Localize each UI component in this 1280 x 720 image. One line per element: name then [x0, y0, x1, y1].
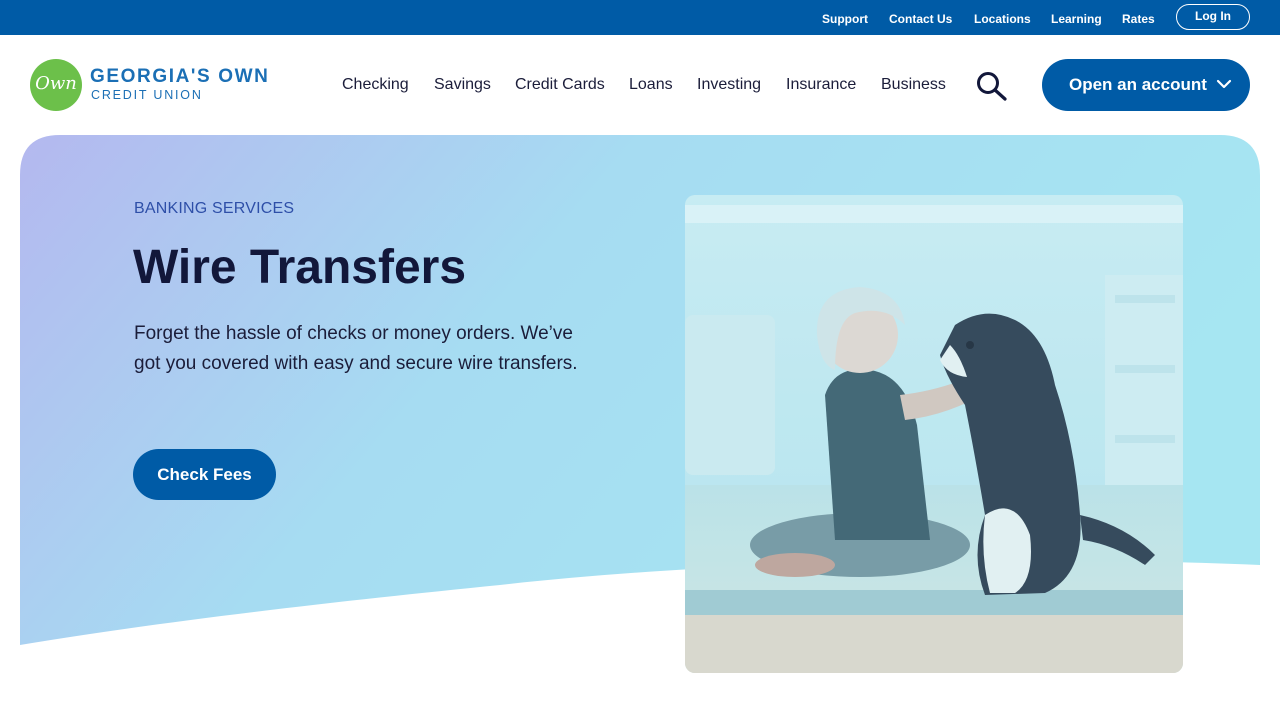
hero-description: Forget the hassle of checks or money ord… — [134, 323, 578, 374]
nav-item-investing[interactable]: Investing — [697, 75, 761, 95]
log-in-button[interactable]: Log In — [1176, 4, 1250, 30]
hero-eyebrow: BANKING SERVICES — [134, 200, 295, 217]
utility-link-support[interactable]: Support — [822, 11, 868, 27]
nav-item-loans[interactable]: Loans — [629, 75, 673, 95]
search-icon — [977, 72, 1007, 101]
page-title: Wire Transfers — [133, 241, 467, 294]
utility-bar: Support Contact Us Locations Learning Ra… — [0, 0, 1280, 35]
utility-link-contact-us[interactable]: Contact Us — [889, 11, 952, 27]
main-nav: Own GEORGIA'S OWN CREDIT UNION Checking … — [0, 35, 1280, 135]
brand-logo[interactable]: Own GEORGIA'S OWN CREDIT UNION — [30, 59, 280, 111]
nav-item-business[interactable]: Business — [881, 75, 946, 95]
brand-name: GEORGIA'S OWN — [90, 66, 270, 87]
nav-item-insurance[interactable]: Insurance — [786, 75, 856, 95]
open-account-button[interactable]: Open an account — [1042, 59, 1250, 111]
utility-link-locations[interactable]: Locations — [974, 11, 1031, 27]
open-account-label: Open an account — [1069, 75, 1207, 94]
utility-link-learning[interactable]: Learning — [1051, 11, 1102, 27]
check-fees-button[interactable]: Check Fees — [133, 449, 276, 500]
brand-subname: CREDIT UNION — [91, 88, 203, 102]
hero-photo-illustration — [685, 195, 1183, 673]
nav-item-savings[interactable]: Savings — [434, 75, 491, 95]
nav-item-credit-cards[interactable]: Credit Cards — [515, 75, 605, 95]
search-button[interactable] — [975, 71, 1009, 101]
utility-link-rates[interactable]: Rates — [1122, 11, 1155, 27]
hero-image-woman-with-dog — [685, 195, 1183, 673]
chevron-down-icon — [1216, 79, 1232, 89]
logo-mark-text: Own — [35, 73, 77, 94]
nav-item-checking[interactable]: Checking — [342, 75, 409, 95]
